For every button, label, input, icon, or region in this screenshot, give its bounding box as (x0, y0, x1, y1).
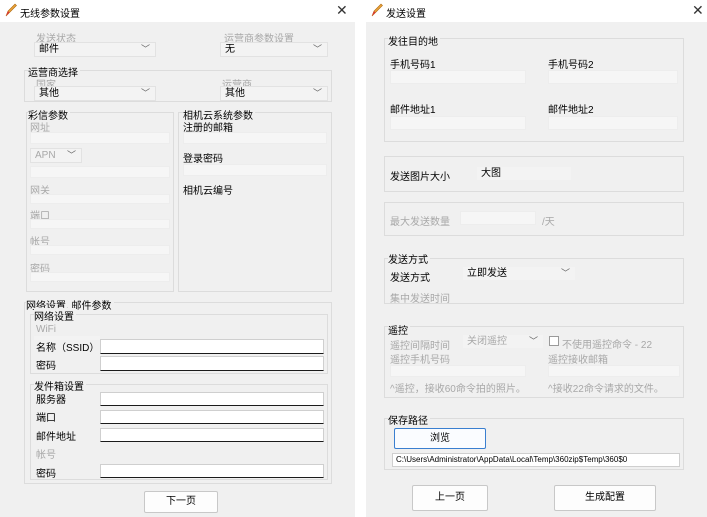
browse-button[interactable]: 浏览 (394, 428, 486, 449)
app-pen-icon (5, 3, 17, 17)
max-send-field[interactable] (460, 211, 536, 225)
title-bar: 无线参数设置 ✕ (0, 0, 355, 22)
mms-port-field[interactable] (30, 219, 170, 229)
smtp-password-label: 密码 (36, 469, 56, 480)
prev-page-button[interactable]: 上一页 (412, 485, 488, 511)
registered-email-field[interactable] (183, 132, 327, 144)
remote-hint-left: ^遥控，接收60命令拍的照片。 (390, 384, 526, 395)
server-label: 服务器 (36, 395, 66, 406)
server-input[interactable] (100, 392, 324, 406)
wifi-password-label: 密码 (36, 361, 56, 372)
chevron-down-icon: ﹀ (560, 268, 570, 278)
remote-email-field[interactable] (548, 365, 680, 377)
send-mode-label: 发送方式 (390, 273, 430, 284)
country-select[interactable]: 其他 ﹀ (34, 86, 156, 101)
max-send-label: 最大发送数量 (390, 217, 450, 228)
smtp-port-input[interactable] (100, 410, 324, 424)
email1-label: 邮件地址1 (390, 105, 436, 116)
email2-field[interactable] (548, 116, 678, 130)
save-path-title: 保存路径 (388, 412, 430, 427)
wireless-settings-dialog: 无线参数设置 ✕ 发送状态 邮件﹀ 运营商参数设置 无﹀ 运营商选择 国家 其他… (0, 0, 355, 517)
disable-remote-checkbox[interactable] (549, 336, 559, 346)
ssid-label: 名称（SSID） (36, 343, 100, 354)
chevron-down-icon: ﹀ (312, 44, 322, 54)
apn-select[interactable]: APN ﹀ (30, 148, 82, 163)
batch-time-label: 集中发送时间 (390, 294, 450, 305)
remote-email-label: 遥控接收邮箱 (548, 355, 608, 366)
phone2-field[interactable] (548, 70, 678, 84)
window-title: 发送设置 (386, 9, 426, 20)
phone1-label: 手机号码1 (390, 60, 436, 71)
remote-control-title: 遥控 (388, 322, 410, 337)
chevron-down-icon: ﹀ (140, 44, 150, 54)
send-mode-select[interactable]: 立即发送 ﹀ (462, 266, 576, 281)
mms-account-field[interactable] (30, 245, 170, 255)
login-password-field[interactable] (183, 164, 327, 176)
wifi-password-input[interactable] (100, 356, 324, 371)
apn-field[interactable] (30, 166, 170, 178)
remote-interval-select[interactable]: 关闭遥控 ﹀ (462, 334, 544, 349)
chevron-down-icon: ﹀ (528, 336, 538, 346)
phone1-field[interactable] (390, 70, 526, 84)
max-send-unit: /天 (542, 217, 555, 228)
carrier-params-select[interactable]: 无 ﹀ (220, 42, 328, 57)
window-title: 无线参数设置 (20, 9, 80, 20)
remote-phone-field[interactable] (390, 365, 526, 377)
image-size-label: 发送图片大小 (390, 172, 450, 183)
save-path-input[interactable]: C:\Users\Administrator\AppData\Local\Tem… (392, 453, 680, 467)
send-mode-title: 发送方式 (388, 251, 430, 266)
smtp-password-input[interactable] (100, 464, 324, 478)
network-settings-title: 网络设置 (34, 308, 76, 323)
close-icon[interactable]: ✕ (692, 2, 704, 19)
email1-field[interactable] (390, 116, 526, 130)
ssid-input[interactable] (100, 339, 324, 354)
remote-hint-right: ^接收22命令请求的文件。 (548, 384, 664, 395)
disable-remote-label: 不使用遥控命令 - 22 (562, 340, 653, 351)
url-field[interactable] (30, 132, 170, 144)
remote-interval-label: 遥控间隔时间 (390, 341, 450, 352)
chevron-down-icon: ﹀ (312, 88, 322, 98)
carrier-select[interactable]: 其他 ﹀ (220, 86, 328, 101)
camera-cloud-id-label: 相机云编号 (183, 186, 233, 197)
title-bar: 发送设置 ✕ (366, 0, 707, 22)
smtp-port-label: 端口 (36, 413, 56, 424)
mms-password-field[interactable] (30, 272, 170, 282)
login-password-label: 登录密码 (183, 154, 223, 165)
chevron-down-icon: ﹀ (66, 150, 76, 160)
phone2-label: 手机号码2 (548, 60, 594, 71)
image-size-select[interactable]: 大图 (476, 166, 572, 181)
destination-title: 发往目的地 (388, 33, 440, 48)
gateway-field[interactable] (30, 194, 170, 204)
smtp-account-label: 帐号 (36, 450, 56, 461)
remote-phone-label: 遥控手机号码 (390, 355, 450, 366)
email2-label: 邮件地址2 (548, 105, 594, 116)
wifi-label: WiFi (36, 324, 56, 335)
send-status-select[interactable]: 邮件 ﹀ (34, 42, 156, 57)
sender-email-label: 邮件地址 (36, 432, 76, 443)
generate-config-button[interactable]: 生成配置 (554, 485, 656, 511)
chevron-down-icon: ﹀ (140, 88, 150, 98)
sender-email-input[interactable] (100, 428, 324, 442)
close-icon[interactable]: ✕ (336, 2, 348, 19)
next-page-button[interactable]: 下一页 (144, 491, 218, 513)
send-settings-dialog: 发送设置 ✕ 发往目的地 手机号码1 手机号码2 邮件地址1 邮件地址2 发送图… (366, 0, 707, 517)
app-pen-icon (371, 3, 383, 17)
